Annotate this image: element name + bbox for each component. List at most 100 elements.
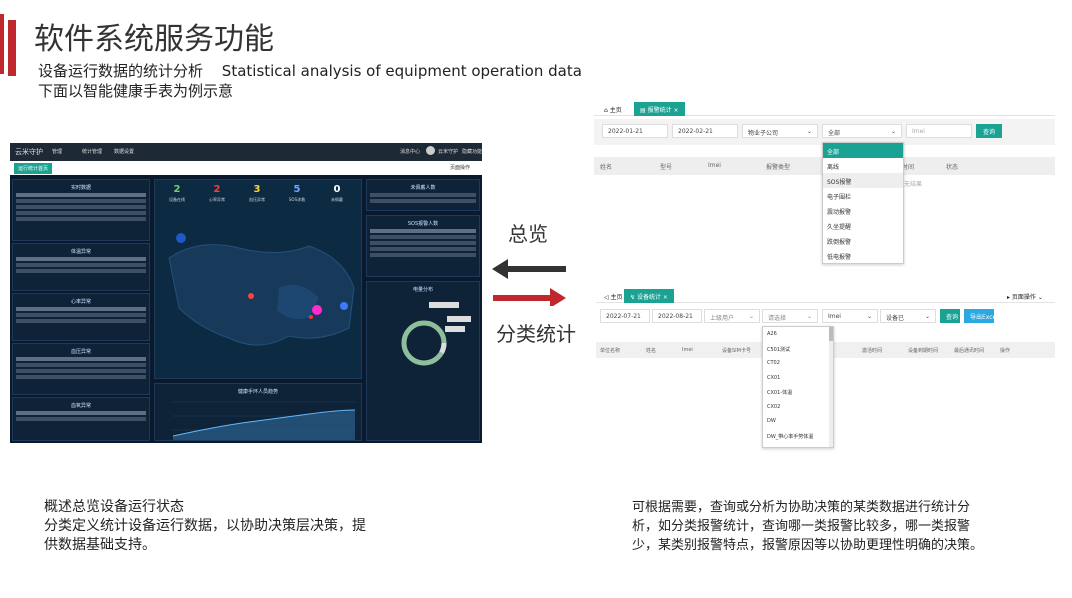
panel-title: 血压异常 (70, 349, 91, 355)
panel-realtime: 实时数据 (12, 179, 150, 241)
panel-title: 血氧异常 (70, 403, 91, 409)
company-select[interactable]: 物业子公司 ⌄ (742, 124, 818, 138)
imei-input[interactable]: Imei (906, 124, 972, 138)
model-select[interactable]: 请选择 ⌄ (762, 309, 818, 323)
alarm-stats-screenshot: ⌂ 主页 ▤ 报警统计 × 2022-01-21 2022-02-21 物业子公… (594, 99, 1055, 267)
dropdown-option[interactable]: 跌倒报警 (823, 233, 903, 248)
imei-select[interactable]: Imei ⌄ (822, 309, 878, 323)
panel-title: 实时数据 (70, 185, 91, 191)
dashboard-msg[interactable]: 消息中心 (400, 148, 420, 155)
dashboard-nav-3[interactable]: 数据设置 (114, 148, 134, 155)
arrows-graphic (492, 259, 566, 306)
map-marker (176, 233, 186, 243)
col-alarm-type: 报警类型 (766, 164, 791, 171)
dashboard-user[interactable]: 云米守护 (438, 148, 458, 155)
dropdown-option[interactable]: CX01-体温 (763, 385, 833, 400)
dashboard-tab[interactable]: 运行统计首页 (14, 163, 53, 174)
tab-alarm-stats[interactable]: ▤ 报警统计 × (634, 102, 685, 116)
col-name: 姓名 (646, 348, 657, 354)
query-button[interactable]: 查询 (976, 124, 1002, 138)
dashboard-tab-ops[interactable]: 页面操作 (450, 164, 470, 171)
arrow-left-icon (492, 259, 566, 279)
date-to-input[interactable]: 2022-08-21 (652, 309, 702, 323)
query-button[interactable]: 查询 (940, 309, 960, 323)
col-expire: 设备到期时间 (908, 348, 939, 354)
col-imei: Imei (708, 162, 721, 169)
col-model: 型号 (660, 164, 673, 171)
trend-panel: 健康手环人员趋势 (154, 383, 362, 441)
status-select[interactable]: 设备已 ⌄ (880, 309, 936, 323)
empty-hint: 无结果 (904, 181, 923, 188)
desc-left-line: 供数据基础支持。 (44, 537, 156, 553)
dashboard-nav-1[interactable]: 管理 (52, 148, 62, 155)
stat-bp: 3 血压异常 (249, 184, 265, 202)
donut-label (447, 316, 471, 322)
subtitle-line-2: 下面以智能健康手表为例示意 (38, 82, 234, 100)
dropdown-option[interactable]: DW (763, 414, 833, 429)
panel-title: 未佩戴人数 (410, 185, 436, 191)
dropdown-option[interactable]: 低电报警 (823, 248, 903, 263)
dropdown-option[interactable]: 离线 (823, 158, 903, 173)
page-title: 软件系统服务功能 (34, 22, 274, 57)
dropdown-option[interactable]: SOS报警 (823, 173, 903, 188)
col-name: 姓名 (600, 164, 613, 171)
panel-bloodoxygen: 血氧异常 (12, 397, 150, 441)
subtitle-line-1: 设备运行数据的统计分析 Statistical analysis of equi… (38, 60, 582, 81)
customer-select[interactable]: 上级用户 ⌄ (704, 309, 760, 323)
stat-sos: 5 SOS求救 (288, 184, 306, 202)
export-excel-button[interactable]: 导出Excel (964, 309, 998, 323)
dropdown-option[interactable]: 全部 (823, 143, 903, 158)
panel-title: 体温异常 (70, 249, 91, 255)
dropdown-option[interactable]: CX02 (763, 400, 833, 415)
map-marker (309, 315, 313, 319)
dropdown-option[interactable]: CX01 (763, 371, 833, 386)
accent-bar-red-thick (8, 20, 16, 76)
col-last-comm: 最后通讯时间 (954, 348, 985, 354)
col-actions: 操作 (1000, 348, 1011, 354)
date-to-input[interactable]: 2022-02-21 (672, 124, 738, 138)
dropdown-option[interactable]: A26 (763, 327, 833, 342)
avatar[interactable] (426, 146, 435, 155)
panel-bloodpressure: 血压异常 (12, 343, 150, 395)
device-tabbar: ◁ 主页 ↯ 设备统计 × ▸ 页面操作 ⌄ (596, 286, 1055, 303)
trend-title: 健康手环人员趋势 (237, 389, 278, 395)
col-imei: Imei (682, 347, 693, 353)
map-panel: 2 设备在线 2 心率异常 3 血压异常 5 SOS求救 0 未佩戴 (154, 179, 362, 379)
overview-label: 总览 (508, 222, 548, 246)
desc-right-line: 可根据需要，查询或分析为协助决策的某类数据进行统计分 (632, 500, 971, 515)
tab-device-stats[interactable]: ↯ 设备统计 × (624, 289, 674, 303)
tab-home[interactable]: ⌂ 主页 (598, 102, 628, 116)
panel-battery: 电量分布 (366, 281, 480, 441)
desc-left-line: 概述总览设备运行状态 (44, 499, 184, 515)
dropdown-option[interactable]: CT02 (763, 356, 833, 371)
subtitle-en: Statistical analysis of equipment operat… (221, 62, 582, 80)
dropdown-option[interactable]: 震动报警 (823, 203, 903, 218)
dashboard-header: 云米守护 管理 统计管理 数据设置 消息中心 云米守护 隐藏功能 (10, 143, 482, 161)
dropdown-option[interactable]: DW_带心率手势体温 (763, 429, 833, 444)
date-from-input[interactable]: 2022-01-21 (602, 124, 668, 138)
donut-label (429, 302, 459, 308)
dropdown-option[interactable]: C501测试 (763, 342, 833, 357)
description-right: 可根据需要，查询或分析为协助决策的某类数据进行统计分 析，如分类报警统计，查询哪… (632, 498, 1070, 555)
desc-left-line: 分类定义统计设备运行数据，以协助决策层决策，提 (44, 518, 366, 534)
tab-page-ops[interactable]: ▸ 页面操作 ⌄ (1001, 289, 1049, 303)
subtitle-cn: 设备运行数据的统计分析 (38, 62, 204, 80)
dashboard-app-name: 云米守护 (15, 148, 43, 156)
world-map (168, 233, 355, 346)
dropdown-option[interactable]: 电子围栏 (823, 188, 903, 203)
alarm-type-select[interactable]: 全部 ⌄ (822, 124, 902, 138)
description-left: 概述总览设备运行状态 分类定义统计设备运行数据，以协助决策层决策，提 供数据基础… (44, 498, 444, 555)
donut-label (445, 326, 465, 332)
dashboard-nav-2[interactable]: 统计管理 (82, 148, 102, 155)
alarm-type-dropdown: 全部 离线 SOS报警 电子围栏 震动报警 久坐提醒 跌倒报警 低电报警 (822, 142, 904, 264)
dashboard-hide[interactable]: 隐藏功能 (462, 148, 482, 155)
dropdown-scrollbar[interactable] (829, 327, 833, 447)
date-from-input[interactable]: 2022-07-21 (600, 309, 650, 323)
dropdown-option[interactable]: 久坐提醒 (823, 218, 903, 233)
col-sim: 设备SIM卡号 (722, 348, 751, 354)
panel-title: SOS报警人数 (407, 221, 439, 227)
dashboard-tabbar: 运行统计首页 页面操作 (10, 161, 482, 175)
map-marker (340, 302, 348, 310)
accent-bar-red (0, 14, 4, 74)
panel-heartrate: 心率异常 (12, 293, 150, 341)
